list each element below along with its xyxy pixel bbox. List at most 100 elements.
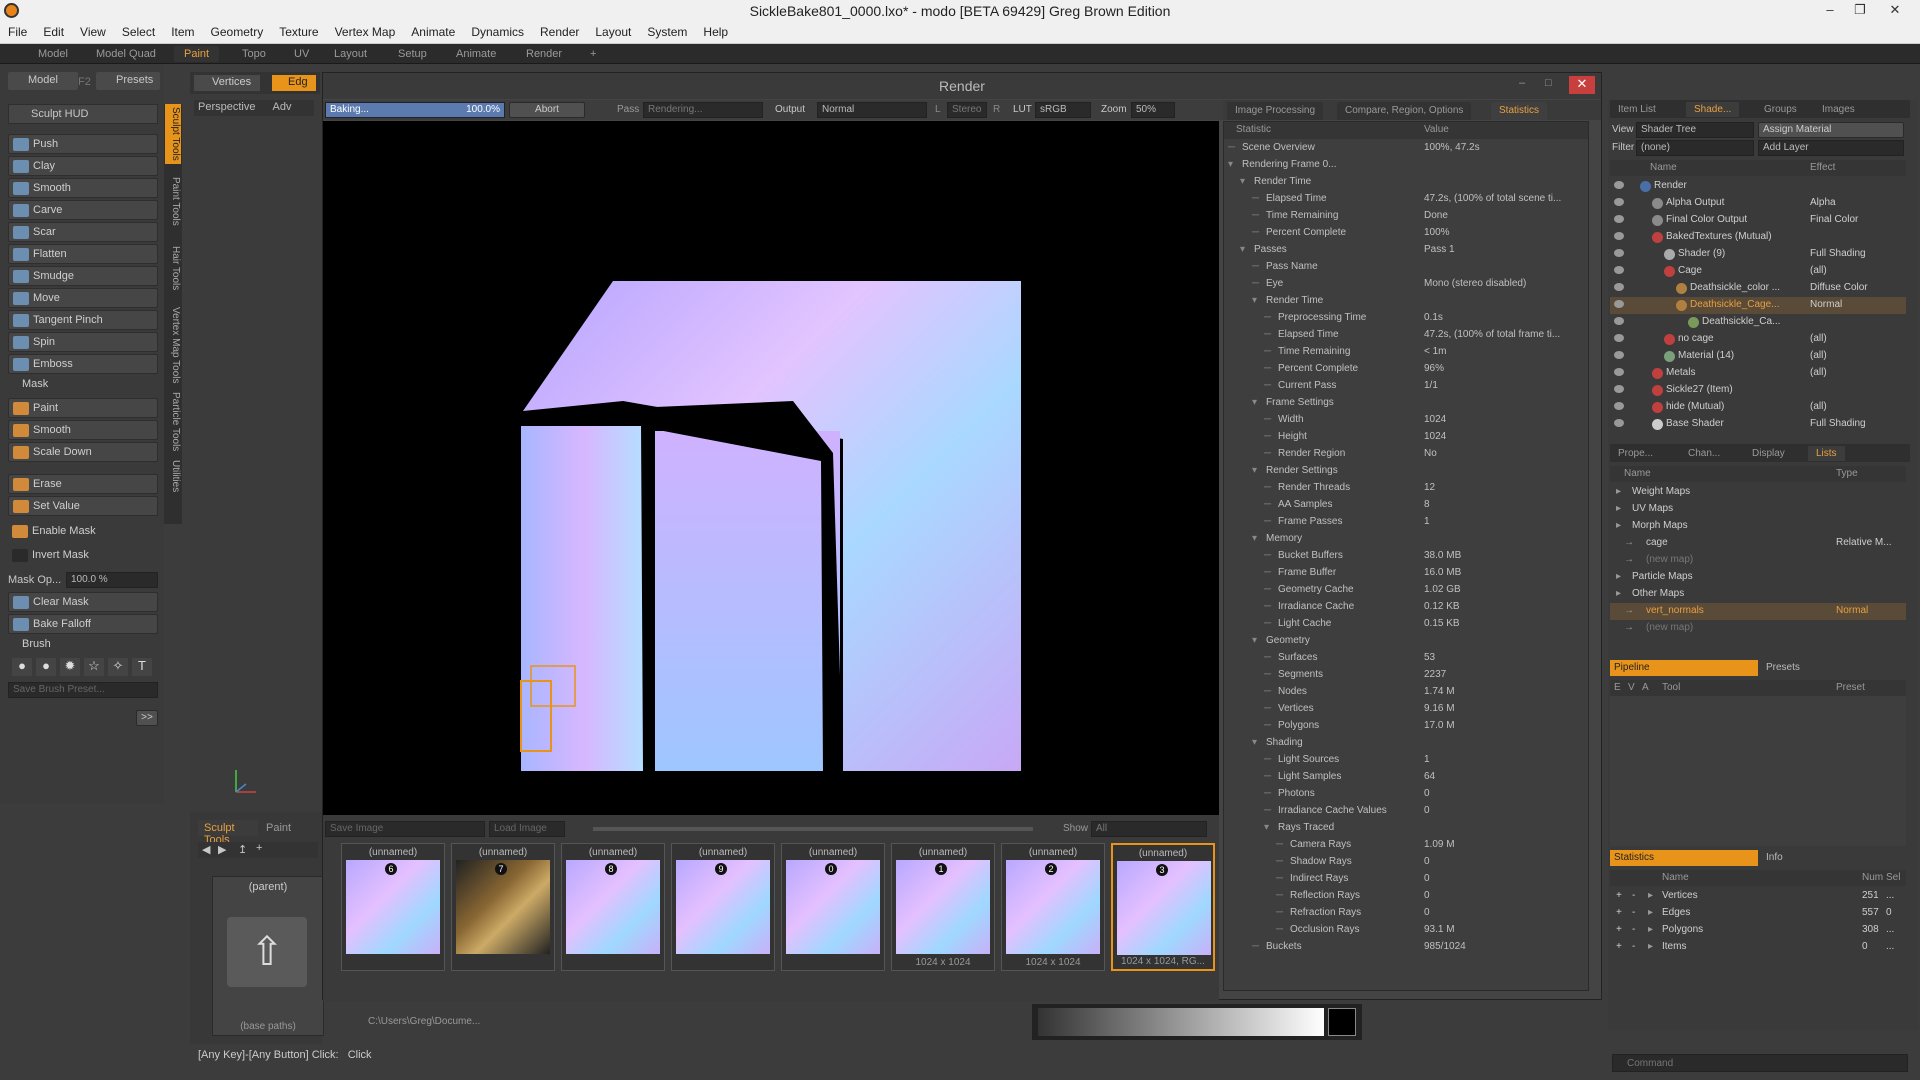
bake-falloff-button[interactable]: Bake Falloff xyxy=(8,614,158,634)
pass-dropdown[interactable]: Rendering... xyxy=(643,102,763,118)
expand-triangle-icon[interactable]: ▸ xyxy=(1616,503,1621,514)
stat-row[interactable]: ─ Render Region No xyxy=(1224,446,1588,463)
expand-triangle-icon[interactable]: ─ xyxy=(1264,380,1271,391)
shader-tree-item[interactable]: Base Shader Full Shading xyxy=(1610,416,1906,433)
stereo-left-toggle[interactable]: L xyxy=(935,104,941,115)
tool-flatten[interactable]: Flatten xyxy=(8,244,158,264)
tab-statistics[interactable]: Statistics xyxy=(1610,850,1758,866)
vertex-map-list-item[interactable]: ▸ Other Maps xyxy=(1610,586,1906,603)
stat-row[interactable]: ─ Scene Overview 100%, 47.2s xyxy=(1224,140,1588,157)
stat-row[interactable]: ─ Vertices 9.16 M xyxy=(1224,701,1588,718)
sculpt-hud-button[interactable]: Sculpt HUD xyxy=(8,104,158,124)
history-thumbnail[interactable]: (unnamed) 1 1024 x 1024 xyxy=(891,843,995,971)
vtab-sculpt-tools[interactable]: Sculpt Tools xyxy=(165,104,181,164)
tree-branch-icon[interactable]: → xyxy=(1624,605,1634,616)
vtab-utilities[interactable]: Utilities xyxy=(165,454,181,499)
viewport-mode-dropdown[interactable]: Perspective Adv xyxy=(194,100,314,116)
stat-row[interactable]: ─ Percent Complete 96% xyxy=(1224,361,1588,378)
expand-triangle-icon[interactable]: ─ xyxy=(1264,669,1271,680)
mask-section-header[interactable]: Mask xyxy=(8,378,158,394)
minus-icon[interactable]: - xyxy=(1632,890,1635,901)
text-brush-icon[interactable]: T xyxy=(132,658,152,676)
tool-smooth[interactable]: Smooth xyxy=(8,178,158,198)
expand-triangle-icon[interactable]: ▾ xyxy=(1264,822,1269,833)
shader-tree-item[interactable]: Material (14) (all) xyxy=(1610,348,1906,365)
vertex-map-list-item[interactable]: ▸ Weight Maps xyxy=(1610,484,1906,501)
star-brush-icon[interactable]: ☆ xyxy=(84,658,104,676)
tree-branch-icon[interactable]: → xyxy=(1624,537,1634,548)
stat-row[interactable]: ─ Width 1024 xyxy=(1224,412,1588,429)
expand-triangle-icon[interactable]: ─ xyxy=(1276,907,1283,918)
history-thumbnail[interactable]: (unnamed) 0 xyxy=(781,843,885,971)
stat-row[interactable]: ▾ Passes Pass 1 xyxy=(1224,242,1588,259)
vertex-map-list-item[interactable]: ▸ Morph Maps xyxy=(1610,518,1906,535)
tab-pipeline-presets[interactable]: Presets xyxy=(1762,660,1862,676)
stat-row[interactable]: ▾ Shading xyxy=(1224,735,1588,752)
stat-row[interactable]: ─ Irradiance Cache Values 0 xyxy=(1224,803,1588,820)
stat-row[interactable]: ─ Elapsed Time 47.2s, (100% of total frame… xyxy=(1224,327,1588,344)
pipeline-list[interactable] xyxy=(1610,696,1906,846)
vtab-paint-tools[interactable]: Paint Tools xyxy=(165,166,181,236)
vertex-map-list-item[interactable]: ▸ Particle Maps xyxy=(1610,569,1906,586)
expand-triangle-icon[interactable]: ─ xyxy=(1276,924,1283,935)
tool-smudge[interactable]: Smudge xyxy=(8,266,158,286)
stat-row[interactable]: ─ Nodes 1.74 M xyxy=(1224,684,1588,701)
render-tab-statistics[interactable]: Statistics xyxy=(1491,102,1548,120)
tab-groups[interactable]: Groups xyxy=(1756,102,1805,117)
stat-row[interactable]: ─ Eye Mono (stereo disabled) xyxy=(1224,276,1588,293)
stat-row[interactable]: ▾ Geometry xyxy=(1224,633,1588,650)
tool-spin[interactable]: Spin xyxy=(8,332,158,352)
expand-triangle-icon[interactable]: ▾ xyxy=(1240,176,1245,187)
close-window-button[interactable]: ✕ xyxy=(1880,2,1910,18)
layout-tab-setup[interactable]: Setup xyxy=(388,46,437,62)
minimize-button[interactable]: – xyxy=(1815,2,1845,17)
visibility-eye-icon[interactable] xyxy=(1614,368,1624,376)
shader-tree-item[interactable]: Deathsickle_color ... Diffuse Color xyxy=(1610,280,1906,297)
plus-icon[interactable]: + xyxy=(1616,924,1622,935)
expand-triangle-icon[interactable]: ─ xyxy=(1264,448,1271,459)
vtab-particle-tools[interactable]: Particle Tools xyxy=(165,392,181,452)
shader-tree-item[interactable]: Alpha Output Alpha xyxy=(1610,195,1906,212)
menu-file[interactable]: File xyxy=(0,22,35,39)
layout-tab-uv[interactable]: UV xyxy=(284,46,319,62)
menu-help[interactable]: Help xyxy=(695,22,736,39)
expand-panel-button[interactable]: >> xyxy=(136,710,158,726)
expand-triangle-icon[interactable]: ▸ xyxy=(1616,588,1621,599)
expand-triangle-icon[interactable]: ─ xyxy=(1264,414,1271,425)
expand-triangle-icon[interactable]: ─ xyxy=(1264,482,1271,493)
plus-icon[interactable]: + xyxy=(1616,941,1622,952)
menu-texture[interactable]: Texture xyxy=(271,22,326,39)
tab-images[interactable]: Images xyxy=(1814,102,1863,117)
stat-row[interactable]: ─ Pass Name xyxy=(1224,259,1588,276)
menu-item[interactable]: Item xyxy=(163,22,202,39)
stat-row[interactable]: ─ Light Sources 1 xyxy=(1224,752,1588,769)
select-edges-button[interactable]: Edg xyxy=(272,75,316,91)
mode-tab-model[interactable]: Model xyxy=(8,72,78,90)
command-input[interactable] xyxy=(1613,1055,1907,1071)
vertex-map-list-item[interactable]: → vert_normals Normal xyxy=(1610,603,1906,620)
tab-chan[interactable]: Chan... xyxy=(1680,446,1728,461)
mask-tool-smooth[interactable]: Smooth xyxy=(8,420,158,440)
maximize-button[interactable]: ❐ xyxy=(1845,2,1875,18)
render-close-button[interactable]: ✕ xyxy=(1569,76,1595,94)
stat-row[interactable]: ─ Occlusion Rays 93.1 M xyxy=(1224,922,1588,939)
tab-sculpt-tools-bottom[interactable]: Sculpt Tools xyxy=(198,820,258,846)
history-slider[interactable] xyxy=(593,827,1033,831)
save-brush-preset-field[interactable]: Save Brush Preset... xyxy=(8,682,158,698)
expand-triangle-icon[interactable]: ─ xyxy=(1276,873,1283,884)
menu-render[interactable]: Render xyxy=(532,22,587,39)
vertex-map-list-item[interactable]: → cage Relative M... xyxy=(1610,535,1906,552)
tool-tangent-pinch[interactable]: Tangent Pinch xyxy=(8,310,158,330)
menu-edit[interactable]: Edit xyxy=(35,22,72,39)
mesh-stat-row[interactable]: + - ▸ Edges 557 0 xyxy=(1610,905,1906,922)
stat-row[interactable]: ─ Bucket Buffers 38.0 MB xyxy=(1224,548,1588,565)
expand-triangle-icon[interactable]: ▸ xyxy=(1616,486,1621,497)
abort-button[interactable]: Abort xyxy=(509,102,585,118)
expand-triangle-icon[interactable]: ─ xyxy=(1264,312,1271,323)
add-layer-dropdown[interactable]: Add Layer xyxy=(1758,140,1904,156)
view-dropdown[interactable]: Shader Tree xyxy=(1636,122,1754,138)
visibility-eye-icon[interactable] xyxy=(1614,266,1624,274)
expand-triangle-icon[interactable]: ─ xyxy=(1228,142,1235,153)
zoom-dropdown[interactable]: 50% xyxy=(1131,102,1175,118)
tree-branch-icon[interactable]: → xyxy=(1624,554,1634,565)
